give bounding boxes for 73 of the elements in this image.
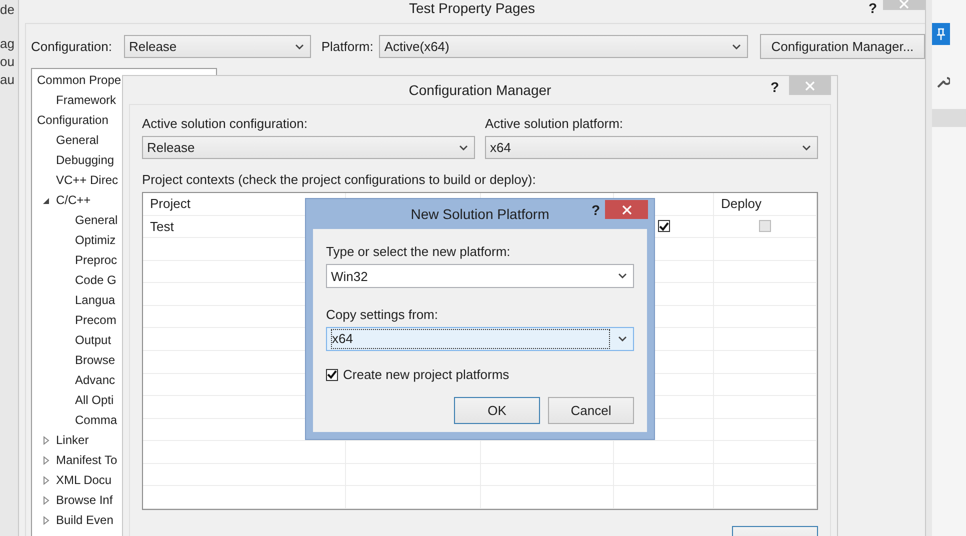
wrench-icon[interactable] — [936, 75, 950, 89]
table-cell: Test — [150, 218, 174, 234]
cut-off-text: ou — [0, 54, 16, 70]
collapsed-triangle-icon[interactable] — [42, 476, 50, 484]
cut-off-text: au — [0, 72, 16, 88]
active-configuration-label: Active solution configuration: — [142, 115, 308, 132]
dialog-title: New Solution Platform — [410, 206, 550, 222]
new-platform-label: Type or select the new platform: — [326, 243, 512, 260]
configuration-label: Configuration: — [31, 38, 112, 55]
close-icon — [622, 204, 632, 214]
caret-icon — [802, 144, 811, 150]
help-button[interactable]: ? — [770, 79, 779, 95]
pin-icon[interactable] — [932, 23, 950, 45]
configuration-dropdown[interactable]: Release — [124, 35, 312, 58]
dialog-button[interactable]: Cancel — [548, 397, 634, 424]
caret-icon — [459, 144, 468, 150]
active-configuration-dropdown[interactable]: Release — [142, 136, 475, 159]
tree-item[interactable]: Framework — [56, 93, 116, 107]
tree-item[interactable]: General — [56, 133, 99, 147]
column-header: Project — [150, 196, 190, 212]
platform-label: Platform: — [321, 38, 374, 55]
tree-item[interactable]: Build Even — [56, 513, 114, 527]
configuration-manager-button[interactable]: Configuration Manager... — [760, 34, 926, 59]
column-header: Deploy — [721, 196, 762, 212]
copy-settings-label: Copy settings from: — [326, 306, 439, 323]
tree-item[interactable]: Advanc — [75, 373, 116, 387]
new-platform-combobox[interactable]: Win32 — [326, 264, 634, 288]
build-checkbox[interactable] — [658, 220, 670, 232]
cut-off-text: ag — [0, 36, 16, 52]
tree-item[interactable]: Precom — [75, 313, 116, 327]
tree-item[interactable]: General — [75, 213, 118, 227]
caret-icon — [732, 44, 741, 50]
tree-item[interactable]: Common Prope — [37, 73, 122, 87]
tree-item[interactable]: Comma — [75, 413, 118, 427]
tree-item[interactable]: XML Docu — [56, 473, 112, 487]
close-icon — [899, 0, 909, 8]
help-button[interactable]: ? — [868, 0, 877, 16]
collapsed-triangle-icon[interactable] — [42, 516, 50, 524]
window-title: Test Property Pages — [408, 0, 536, 16]
tree-item[interactable]: Debugging — [56, 153, 114, 167]
tree-item[interactable]: Browse Inf — [56, 493, 113, 507]
collapsed-triangle-icon[interactable] — [42, 496, 50, 504]
tree-item[interactable]: Manifest To — [56, 453, 118, 467]
tree-item[interactable]: Code G — [75, 273, 116, 287]
tree-item[interactable]: C/C++ — [56, 193, 91, 207]
help-button[interactable]: ? — [591, 202, 600, 218]
tree-item[interactable]: VC++ Direc — [56, 173, 118, 187]
tree-item[interactable]: Output — [75, 333, 112, 347]
tree-item[interactable]: Optimiz — [75, 233, 116, 247]
project-contexts-label: Project contexts (check the project configurations to build or deploy): — [142, 171, 537, 188]
copy-settings-dropdown[interactable]: x64 — [326, 327, 634, 351]
close-icon — [805, 80, 815, 90]
caret-icon — [295, 44, 304, 50]
tree-item[interactable]: Preproc — [75, 253, 118, 267]
active-platform-dropdown[interactable]: x64 — [485, 136, 818, 159]
tree-item[interactable]: Langua — [75, 293, 116, 307]
tree-item[interactable]: Browse — [75, 353, 116, 367]
dialog-button[interactable]: OK — [454, 397, 540, 424]
close-button[interactable] — [605, 200, 648, 219]
tree-item[interactable]: Linker — [56, 433, 89, 447]
caret-icon — [618, 336, 627, 342]
cut-off-text: de — [0, 2, 16, 18]
create-platforms-checkbox[interactable] — [326, 368, 338, 380]
tree-item[interactable]: Configuration — [37, 113, 108, 127]
platform-dropdown[interactable]: Active(x64) — [379, 35, 748, 58]
expanded-triangle-icon[interactable] — [42, 196, 50, 204]
window-title: Configuration Manager — [408, 82, 552, 98]
active-platform-label: Active solution platform: — [485, 115, 624, 132]
create-platforms-label: Create new project platforms — [343, 367, 510, 382]
caret-icon — [618, 273, 627, 279]
collapsed-triangle-icon[interactable] — [42, 436, 50, 444]
tree-item[interactable]: All Opti — [75, 393, 114, 407]
collapsed-triangle-icon[interactable] — [42, 456, 50, 464]
